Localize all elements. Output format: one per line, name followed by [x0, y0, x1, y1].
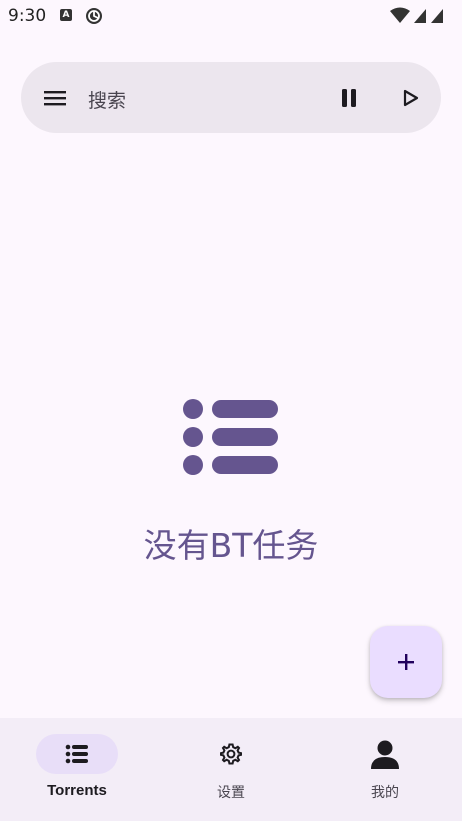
pause-icon[interactable]	[337, 86, 361, 110]
sync-icon	[86, 8, 102, 24]
nav-label-profile: 我的	[371, 785, 399, 801]
add-torrent-button[interactable]	[370, 626, 442, 698]
wifi-icon	[390, 7, 410, 23]
bottom-navigation: Torrents 设置 我的	[0, 718, 462, 821]
nav-item-settings[interactable]: 设置	[154, 718, 308, 821]
cell-signal-icon	[414, 9, 426, 23]
nav-item-profile[interactable]: 我的	[308, 718, 462, 821]
nav-label-torrents: Torrents	[47, 782, 107, 799]
status-bar: 9:30 A	[0, 0, 462, 34]
status-time: 9:30	[8, 6, 47, 26]
list-icon	[183, 399, 278, 475]
add-icon	[398, 654, 414, 670]
search-bar[interactable]: 搜索	[21, 62, 441, 133]
empty-state-message: 没有BT任务	[143, 526, 319, 565]
gear-icon	[220, 743, 242, 765]
menu-icon[interactable]	[43, 86, 67, 110]
status-icons	[390, 7, 443, 23]
person-icon	[371, 740, 399, 769]
nav-label-settings: 设置	[217, 785, 245, 801]
nav-item-torrents[interactable]: Torrents	[0, 718, 154, 821]
battery-icon	[431, 9, 443, 23]
app-notification-icon: A	[60, 9, 72, 21]
search-input[interactable]: 搜索	[88, 86, 126, 113]
play-icon[interactable]	[398, 86, 422, 110]
list-icon	[65, 744, 88, 764]
